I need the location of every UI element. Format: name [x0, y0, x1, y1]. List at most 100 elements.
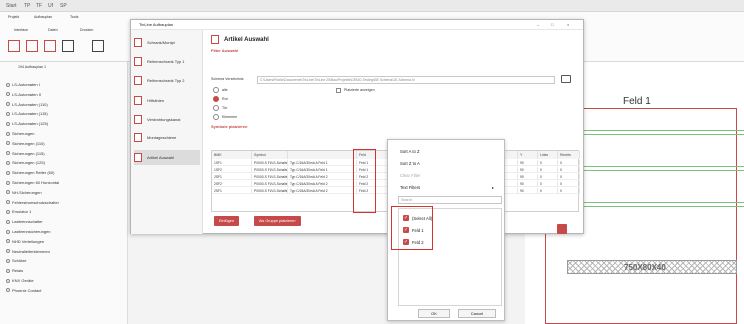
- table-header[interactable]: Links: [538, 151, 558, 159]
- tree-item[interactable]: LS-Automaten (115): [6, 111, 48, 116]
- table-cell[interactable]: 2SF2: [212, 181, 252, 187]
- table-cell[interactable]: Typ C/16A/30mA A Feld 2: [288, 174, 357, 180]
- table-cell[interactable]: 90: [518, 174, 538, 180]
- tree-item[interactable]: Schütze: [6, 258, 26, 263]
- table-cell[interactable]: Typ C/16A/30mA A Feld 2: [288, 188, 357, 194]
- aufbauplan-label[interactable]: 194 Aufbauplan 1: [18, 65, 46, 69]
- ribbon-panel-icon[interactable]: [44, 40, 56, 52]
- table-cell[interactable]: 90: [518, 160, 538, 166]
- table-header[interactable]: BMK: [212, 151, 252, 159]
- filter-ok-button[interactable]: OK: [418, 309, 450, 318]
- table-cell[interactable]: 0: [538, 160, 558, 166]
- ribbon-drucken[interactable]: Drucken: [80, 28, 93, 32]
- tab-start[interactable]: Start: [6, 3, 17, 9]
- table-cell[interactable]: 90: [518, 181, 538, 187]
- table-cell[interactable]: 0: [538, 174, 558, 180]
- table-cell[interactable]: Typ C/16A/30mA A Feld 2: [288, 181, 357, 187]
- tree-item[interactable]: LS-Automaten (125): [6, 121, 48, 126]
- ribbon-tab-tools[interactable]: Tools: [70, 15, 78, 19]
- nav-item[interactable]: Artikel Auswahl: [134, 150, 200, 165]
- table-cell[interactable]: 1SF1: [212, 160, 252, 166]
- table-cell[interactable]: P0000-S FI/LS-Schalter D/4: [252, 188, 288, 194]
- table-header[interactable]: Symbol: [252, 151, 288, 159]
- table-cell[interactable]: 90: [518, 188, 538, 194]
- tree-item[interactable]: Relais: [6, 268, 23, 273]
- tree-item[interactable]: Fehlerstromschutzschalter: [6, 200, 59, 205]
- table-cell[interactable]: Typ C/16A/30mA A Feld 1: [288, 167, 357, 173]
- nav-item[interactable]: Verdrahtungskanal: [134, 112, 200, 127]
- tree-item[interactable]: NH-Sicherungen: [6, 190, 42, 195]
- radio-klemmen[interactable]: [213, 114, 219, 120]
- table-cell[interactable]: 2SF1: [212, 174, 252, 180]
- nav-item[interactable]: Montageschiene: [134, 130, 200, 145]
- ribbon-tab-projekt[interactable]: Projekt: [8, 15, 19, 19]
- tree-item[interactable]: Sicherungen: [6, 131, 34, 136]
- ribbon-daten[interactable]: Daten: [48, 28, 58, 32]
- table-cell[interactable]: 90: [518, 167, 538, 173]
- table-cell[interactable]: 1SF2: [212, 167, 252, 173]
- table-cell[interactable]: P0000-S FI/LS-Schalter D/4: [252, 160, 288, 166]
- close-icon[interactable]: ×: [567, 22, 569, 27]
- tree-item[interactable]: Phoenix Contact: [6, 288, 41, 293]
- table-cell[interactable]: P0000-S FI/LS-Schalter D/4: [252, 174, 288, 180]
- table-header[interactable]: Y: [518, 151, 538, 159]
- sort-a-z[interactable]: Sort A to Z: [400, 149, 420, 154]
- ribbon-tab-aufbauplan[interactable]: Aufbauplan: [34, 15, 52, 19]
- tree-item[interactable]: Sicherungen Reiter (60): [6, 170, 54, 175]
- radio-rot[interactable]: [213, 96, 219, 102]
- ribbon-layout-icon[interactable]: [26, 40, 38, 52]
- tree-item[interactable]: LS-Automaten I: [6, 82, 40, 87]
- filter-search-input[interactable]: Search: [398, 196, 502, 204]
- table-cell[interactable]: 0: [538, 167, 558, 173]
- nav-item[interactable]: Schrank/Montpl: [134, 35, 200, 50]
- table-cell[interactable]: P0000-S FI/LS-Schalter D/4: [252, 167, 288, 173]
- minimize-icon[interactable]: –: [537, 22, 539, 27]
- clear-filter[interactable]: Clear Filter: [400, 173, 420, 178]
- tree-item[interactable]: Sicherungen (115): [6, 151, 45, 156]
- tree-item[interactable]: Sicherungen (125): [6, 160, 45, 165]
- ribbon-m-icon[interactable]: [92, 40, 104, 52]
- folder-icon[interactable]: [561, 75, 571, 83]
- sort-z-a[interactable]: Sort Z to A: [400, 161, 420, 166]
- insert-button[interactable]: Einfügen: [214, 216, 239, 226]
- tab-tf[interactable]: TF: [36, 3, 42, 9]
- tab-tp[interactable]: TP: [24, 3, 30, 9]
- radio-tuer[interactable]: [213, 105, 219, 111]
- radio-alle[interactable]: [213, 87, 219, 93]
- table-header[interactable]: Rechts: [558, 151, 580, 159]
- tree-item[interactable]: Sicherungen 60 Horizontal: [6, 180, 59, 185]
- ribbon-interface[interactable]: Interface: [14, 28, 28, 32]
- tree-item[interactable]: Emulator 1: [6, 209, 31, 214]
- save-icon[interactable]: [557, 224, 567, 234]
- tree-item[interactable]: NHD Verteilungen: [6, 239, 44, 244]
- table-cell[interactable]: 0: [538, 188, 558, 194]
- cable-duct[interactable]: 750X80X40: [567, 260, 737, 274]
- table-cell[interactable]: 0: [558, 188, 580, 194]
- tree-item[interactable]: Lasttrennsicherungen: [6, 229, 50, 234]
- nav-item[interactable]: Reihenschrank Typ 2: [134, 73, 200, 88]
- text-filters[interactable]: Text Filters: [400, 185, 420, 190]
- ribbon-save-icon[interactable]: [62, 40, 74, 52]
- tree-item[interactable]: LS-Automaten II: [6, 92, 41, 97]
- table-cell[interactable]: 0: [538, 181, 558, 187]
- tab-uf[interactable]: Uf: [48, 3, 53, 9]
- place-as-group-button[interactable]: Als Gruppe platzieren: [254, 216, 301, 226]
- nav-item[interactable]: Hilfslinien: [134, 93, 200, 108]
- tree-item[interactable]: Lasttrennschalter: [6, 219, 43, 224]
- table-header[interactable]: [288, 151, 357, 159]
- filter-cancel-button[interactable]: Cancel: [458, 309, 496, 318]
- tree-item[interactable]: KNX Geräte: [6, 278, 34, 283]
- ribbon-grid-icon[interactable]: [8, 40, 20, 52]
- nav-item[interactable]: Reihenschrank Typ 1: [134, 54, 200, 69]
- table-cell[interactable]: 0: [558, 160, 580, 166]
- tree-item[interactable]: LS-Automaten (110): [6, 102, 48, 107]
- table-cell[interactable]: Typ C/16A/30mA A Feld 1: [288, 160, 357, 166]
- table-cell[interactable]: 0: [558, 167, 580, 173]
- maximize-icon[interactable]: □: [551, 22, 553, 27]
- table-cell[interactable]: 0: [558, 181, 580, 187]
- table-cell[interactable]: P0000-S FI/LS-Schalter D/4: [252, 181, 288, 187]
- tree-item[interactable]: Sicherungen (110): [6, 141, 45, 146]
- table-cell[interactable]: 0: [558, 174, 580, 180]
- table-cell[interactable]: 2SF1: [212, 188, 252, 194]
- tab-sp[interactable]: SP: [60, 3, 67, 9]
